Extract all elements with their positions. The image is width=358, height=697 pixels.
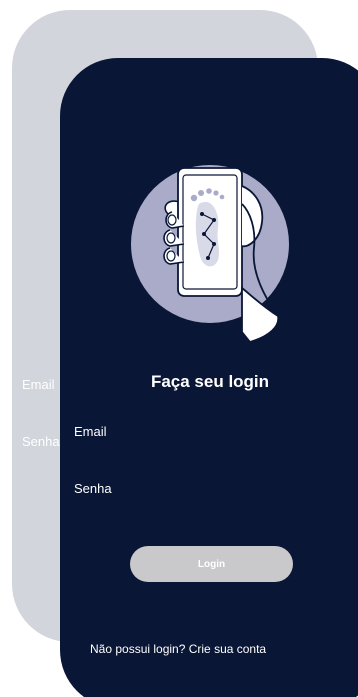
signup-link[interactable]: Não possui login? Crie sua conta <box>90 642 266 656</box>
email-label: Email <box>74 424 107 439</box>
login-card: Faça seu login Email Senha Login Não pos… <box>60 58 358 697</box>
back-senha-label: Senha <box>22 434 60 449</box>
password-field[interactable] <box>74 499 304 527</box>
email-field[interactable] <box>74 442 304 470</box>
senha-label: Senha <box>74 481 112 496</box>
back-email-label: Email <box>22 377 55 392</box>
page-title: Faça seu login <box>150 372 270 391</box>
hand-holding-phone-icon <box>131 165 289 344</box>
screen-stage: Email Senha Faça seu login Email Senha L… <box>0 0 358 697</box>
login-button[interactable]: Login <box>130 546 293 582</box>
